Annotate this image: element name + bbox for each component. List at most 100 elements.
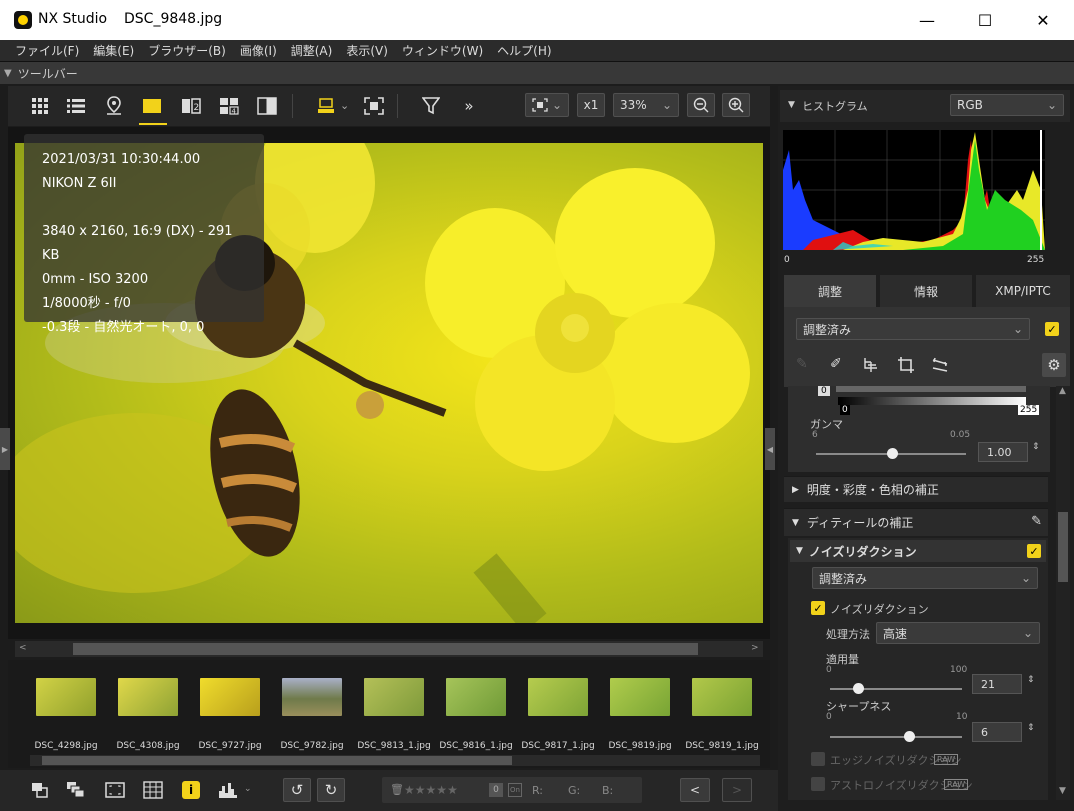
tab-info[interactable]: 情報 <box>880 275 972 307</box>
amount-slider-track[interactable] <box>830 688 962 690</box>
scrollbar-thumb[interactable] <box>73 643 698 655</box>
stepper-icon[interactable]: ⇕ <box>1027 723 1035 733</box>
highlight-dropdown-icon[interactable]: ⌄ <box>340 99 349 112</box>
filter-icon[interactable] <box>417 92 445 120</box>
menu-file[interactable]: ファイル(F) <box>8 42 86 59</box>
scrollbar-thumb[interactable] <box>42 756 512 765</box>
thumbnail[interactable] <box>692 678 752 716</box>
menu-image[interactable]: 画像(I) <box>233 42 284 59</box>
gamma-value-field[interactable]: 1.00 <box>978 442 1028 462</box>
grid-view-icon[interactable] <box>26 92 54 120</box>
star-icon[interactable]: ★ <box>426 783 437 797</box>
thumbnail[interactable] <box>282 678 342 716</box>
collapse-caret-icon[interactable]: ▼ <box>788 100 795 110</box>
crop-frame-icon[interactable] <box>101 776 129 804</box>
histogram-channel-dropdown[interactable]: RGB ⌄ <box>950 94 1064 116</box>
gamma-slider-knob[interactable] <box>887 448 898 459</box>
fit-screen-icon[interactable] <box>360 92 388 120</box>
menu-adjust[interactable]: 調整(A) <box>284 42 340 59</box>
collapse-caret-icon[interactable]: ▼ <box>4 68 12 79</box>
star-icon[interactable]: ★ <box>404 783 415 797</box>
sharpness-slider-track[interactable] <box>830 736 962 738</box>
noise-reduction-checkbox[interactable]: ✓ <box>1027 544 1041 558</box>
scroll-up-icon[interactable]: ▲ <box>1059 386 1066 396</box>
fit-mode-dropdown[interactable]: ⌄ <box>525 93 569 117</box>
edit-icon[interactable]: ✎ <box>1031 514 1042 529</box>
scroll-left-icon[interactable]: < <box>19 643 27 653</box>
filmstrip-scrollbar[interactable] <box>30 755 760 766</box>
noise-enable-checkbox[interactable]: ✓ <box>811 601 825 615</box>
crop-icon[interactable] <box>897 356 915 377</box>
noise-preset-dropdown[interactable]: 調整済み ⌄ <box>812 567 1038 589</box>
star-icon[interactable]: ★ <box>436 783 447 797</box>
histogram-toggle-icon[interactable] <box>215 776 243 804</box>
stack-icon[interactable] <box>26 776 54 804</box>
thumbnail[interactable] <box>610 678 670 716</box>
menu-help[interactable]: ヘルプ(H) <box>490 42 558 59</box>
method-dropdown[interactable]: 高速 ⌄ <box>876 622 1040 644</box>
stack-group-icon[interactable] <box>62 776 90 804</box>
stepper-icon[interactable]: ⇕ <box>1027 675 1035 685</box>
map-pin-icon[interactable] <box>100 92 128 120</box>
zoom-level-dropdown[interactable]: 33% ⌄ <box>613 93 679 117</box>
amount-value-field[interactable]: 21 <box>972 674 1022 694</box>
table-grid-icon[interactable] <box>139 776 167 804</box>
section-brightness-saturation[interactable]: ▶ 明度・彩度・色相の補正 <box>784 476 1048 502</box>
protect-icon[interactable]: On <box>508 783 522 797</box>
menu-browser[interactable]: ブラウザー(B) <box>141 42 233 59</box>
adjust-scrollbar[interactable]: ▲ ▼ <box>1056 386 1070 800</box>
previous-image-button[interactable]: < <box>680 778 710 802</box>
viewer-scrollbar[interactable]: < > <box>15 641 763 657</box>
single-view-button[interactable] <box>139 96 167 125</box>
astro-noise-checkbox[interactable] <box>811 777 825 791</box>
rotate-left-button[interactable]: ↺ <box>283 778 311 802</box>
star-icon[interactable]: ★ <box>415 783 426 797</box>
info-toggle-button[interactable]: i <box>177 776 205 804</box>
zoom-in-button[interactable] <box>722 93 750 117</box>
toolbar-header[interactable]: ▼ ツールバー <box>0 62 1074 84</box>
more-tools-icon[interactable]: » <box>455 92 483 120</box>
rotate-right-button[interactable]: ↻ <box>317 778 345 802</box>
adjust-preset-dropdown[interactable]: 調整済み ⌄ <box>796 318 1030 340</box>
left-panel-toggle[interactable]: ▶ <box>0 428 10 470</box>
tab-adjust[interactable]: 調整 <box>784 275 876 307</box>
eyedropper-icon[interactable]: ✎ <box>796 356 808 372</box>
menu-window[interactable]: ウィンドウ(W) <box>395 42 490 59</box>
scroll-right-icon[interactable]: > <box>751 643 759 653</box>
scroll-down-icon[interactable]: ▼ <box>1059 786 1066 796</box>
star-rating[interactable]: ★★★★★ <box>404 783 458 797</box>
thumbnail[interactable] <box>118 678 178 716</box>
edge-noise-checkbox[interactable] <box>811 752 825 766</box>
thumbnail[interactable] <box>528 678 588 716</box>
settings-button[interactable]: ⚙ <box>1042 353 1066 377</box>
zoom-out-button[interactable] <box>687 93 715 117</box>
stepper-icon[interactable]: ⇕ <box>1032 442 1040 452</box>
thumbnail[interactable] <box>200 678 260 716</box>
amount-slider-knob[interactable] <box>852 683 864 694</box>
zoom-1x-button[interactable]: x1 <box>577 93 605 117</box>
before-after-icon[interactable] <box>253 92 281 120</box>
list-view-icon[interactable] <box>62 92 90 120</box>
thumbnail[interactable] <box>36 678 96 716</box>
thumbnail[interactable] <box>364 678 424 716</box>
minimize-button[interactable]: — <box>898 0 956 40</box>
scrollbar-thumb[interactable] <box>1058 512 1068 582</box>
compare-two-icon[interactable]: 2 <box>177 92 205 120</box>
thumbnail[interactable] <box>446 678 506 716</box>
sharpness-value-field[interactable]: 6 <box>972 722 1022 742</box>
trash-icon[interactable]: 🗑 <box>390 783 404 796</box>
section-detail[interactable]: ▼ ディティールの補正 ✎ <box>784 508 1048 536</box>
star-icon[interactable]: ★ <box>447 783 458 797</box>
close-button[interactable]: ✕ <box>1014 0 1072 40</box>
straighten-icon[interactable] <box>862 356 880 377</box>
next-image-button[interactable]: > <box>722 778 752 802</box>
chevron-down-icon[interactable]: ⌄ <box>244 784 252 794</box>
maximize-button[interactable]: ☐ <box>956 0 1014 40</box>
menu-edit[interactable]: 編集(E) <box>86 42 141 59</box>
levels-input-slider[interactable] <box>836 386 1026 392</box>
adjust-enable-checkbox[interactable]: ✓ <box>1045 322 1059 336</box>
compare-four-icon[interactable]: 4 <box>215 92 243 120</box>
noise-reduction-header[interactable]: ▼ ノイズリダクション <box>790 540 1046 562</box>
tab-xmp-iptc[interactable]: XMP/IPTC <box>976 275 1070 307</box>
menu-view[interactable]: 表示(V) <box>339 42 395 59</box>
